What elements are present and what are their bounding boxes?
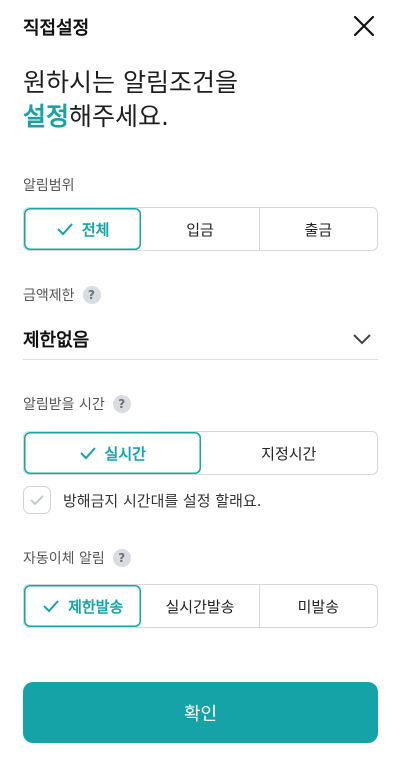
auto-option-label: 제한발송 [68,597,124,616]
page-title: 직접설정 [23,18,90,39]
auto-option-realtime[interactable]: 실시간발송 [141,585,260,627]
time-option-realtime[interactable]: 실시간 [24,432,201,474]
amount-limit-dropdown[interactable]: 제한없음 [23,318,378,360]
close-icon [353,15,375,37]
check-icon [42,599,60,613]
alert-time-segmented: 실시간 지정시간 [23,431,378,475]
checkbox[interactable] [23,486,51,514]
help-icon[interactable]: ? [112,549,131,567]
check-icon [30,495,44,506]
auto-option-label: 미발송 [297,597,340,616]
headline-accent: 설정 [23,102,70,131]
scope-option-deposit[interactable]: 입금 [141,208,260,250]
scope-option-label: 출금 [304,220,333,239]
auto-transfer-segmented: 제한발송 실시간발송 미발송 [23,584,378,628]
check-icon [79,446,97,460]
close-button[interactable] [350,12,378,40]
alert-time-label: 알림받을 시간 ? [23,394,131,414]
time-option-scheduled[interactable]: 지정시간 [201,432,378,474]
headline-line2: 설정해주세요. [23,100,238,134]
do-not-disturb-checkbox[interactable]: 방해금지 시간대를 설정 할래요. [23,486,261,514]
alert-scope-segmented: 전체 입금 출금 [23,207,378,251]
check-icon [56,222,74,236]
amount-limit-label: 금액제한 ? [23,285,101,305]
alert-time-label-text: 알림받을 시간 [23,397,105,413]
headline-line1: 원하시는 알림조건을 [23,68,238,97]
time-option-label: 실시간 [104,444,146,463]
scope-option-withdrawal[interactable]: 출금 [260,208,377,250]
header: 직접설정 [0,0,400,50]
alert-scope-label: 알림범위 [23,175,75,195]
scope-option-all[interactable]: 전체 [24,208,141,250]
auto-option-none[interactable]: 미발송 [260,585,377,627]
help-icon[interactable]: ? [112,395,131,413]
auto-option-label: 실시간발송 [165,597,235,616]
scope-option-label: 전체 [81,220,110,239]
auto-transfer-label: 자동이체 알림 ? [23,548,131,568]
time-option-label: 지정시간 [261,444,317,463]
scope-option-label: 입금 [186,220,214,239]
chevron-down-icon [353,333,371,344]
confirm-button[interactable]: 확인 [23,682,378,743]
auto-option-limited[interactable]: 제한발송 [24,585,141,627]
headline: 원하시는 알림조건을 설정해주세요. [23,66,238,134]
headline-rest: 해주세요. [69,102,169,131]
help-icon[interactable]: ? [82,286,101,304]
amount-limit-label-text: 금액제한 [23,288,75,304]
alert-scope-label-text: 알림범위 [23,178,75,194]
amount-limit-value: 제한없음 [23,329,90,351]
do-not-disturb-label: 방해금지 시간대를 설정 할래요. [63,491,262,510]
auto-transfer-label-text: 자동이체 알림 [23,551,105,567]
